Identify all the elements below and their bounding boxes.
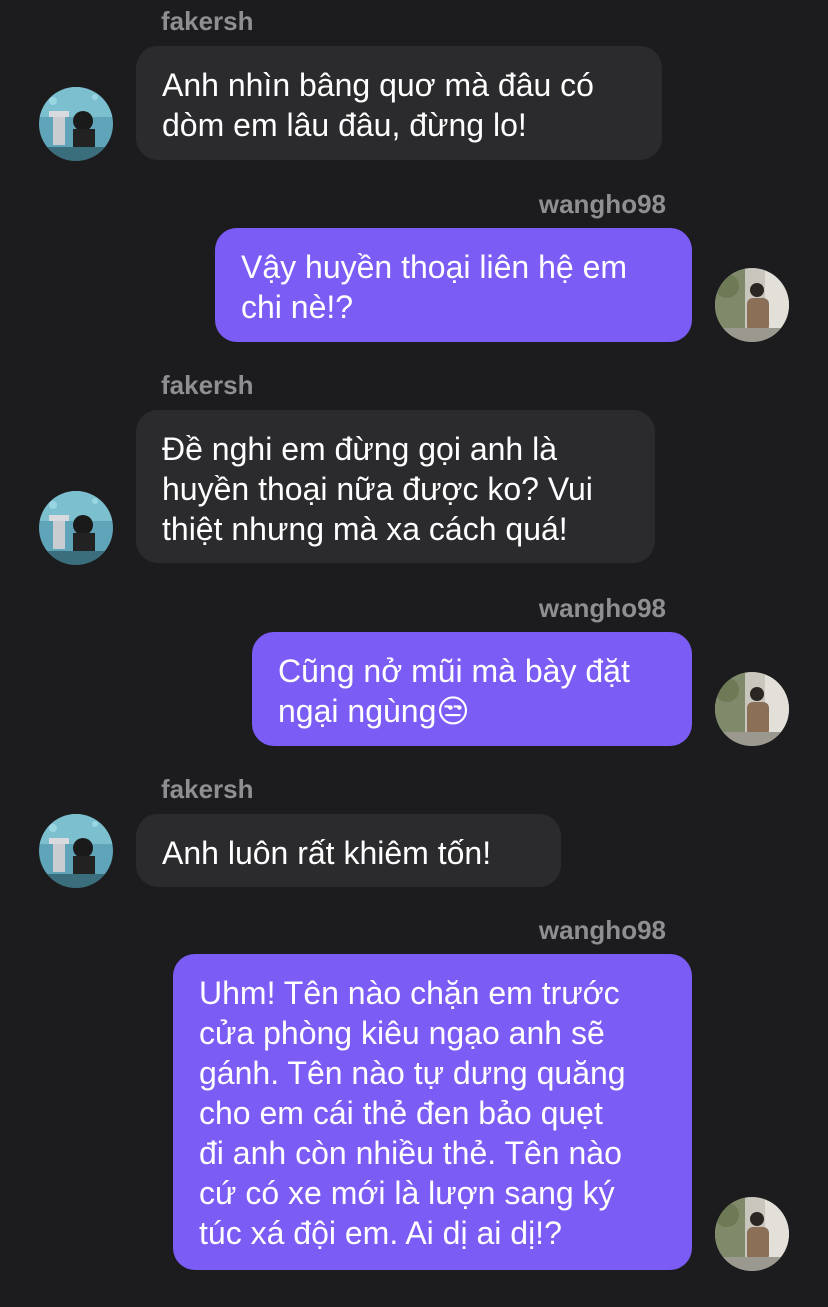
message-bubble-incoming[interactable]: Đề nghi em đừng gọi anh là huyền thoại n… [136,410,655,563]
chat-thread: fakersh Anh nhìn bâng quơ mà đâu có dòm … [0,0,828,1307]
street-photo-avatar-icon [715,672,789,746]
wangho98-avatar[interactable] [715,268,789,342]
sender-name: wangho98 [538,915,666,945]
trophy-photo-avatar-icon [39,87,113,161]
message-bubble-incoming[interactable]: Anh nhìn bâng quơ mà đâu có dòm em lâu đ… [136,46,662,160]
wangho98-avatar[interactable] [715,672,789,746]
message-bubble-outgoing[interactable]: Uhm! Tên nào chặn em trước cửa phòng kiê… [173,954,692,1270]
message-bubble-outgoing[interactable]: Cũng nở mũi mà bày đặt ngại ngùng😒 [252,632,692,746]
street-photo-avatar-icon [715,1197,789,1271]
trophy-photo-avatar-icon [39,814,113,888]
sender-name: wangho98 [538,189,666,219]
trophy-photo-avatar-icon [39,491,113,565]
sender-name: fakersh [161,370,254,400]
fakersh-avatar[interactable] [39,87,113,161]
message-bubble-outgoing[interactable]: Vậy huyền thoại liên hệ em chi nè!? [215,228,692,342]
fakersh-avatar[interactable] [39,491,113,565]
fakersh-avatar[interactable] [39,814,113,888]
sender-name: fakersh [161,6,254,36]
message-bubble-incoming[interactable]: Anh luôn rất khiêm tốn! [136,814,561,887]
street-photo-avatar-icon [715,268,789,342]
sender-name: wangho98 [538,593,666,623]
sender-name: fakersh [161,774,254,804]
wangho98-avatar[interactable] [715,1197,789,1271]
